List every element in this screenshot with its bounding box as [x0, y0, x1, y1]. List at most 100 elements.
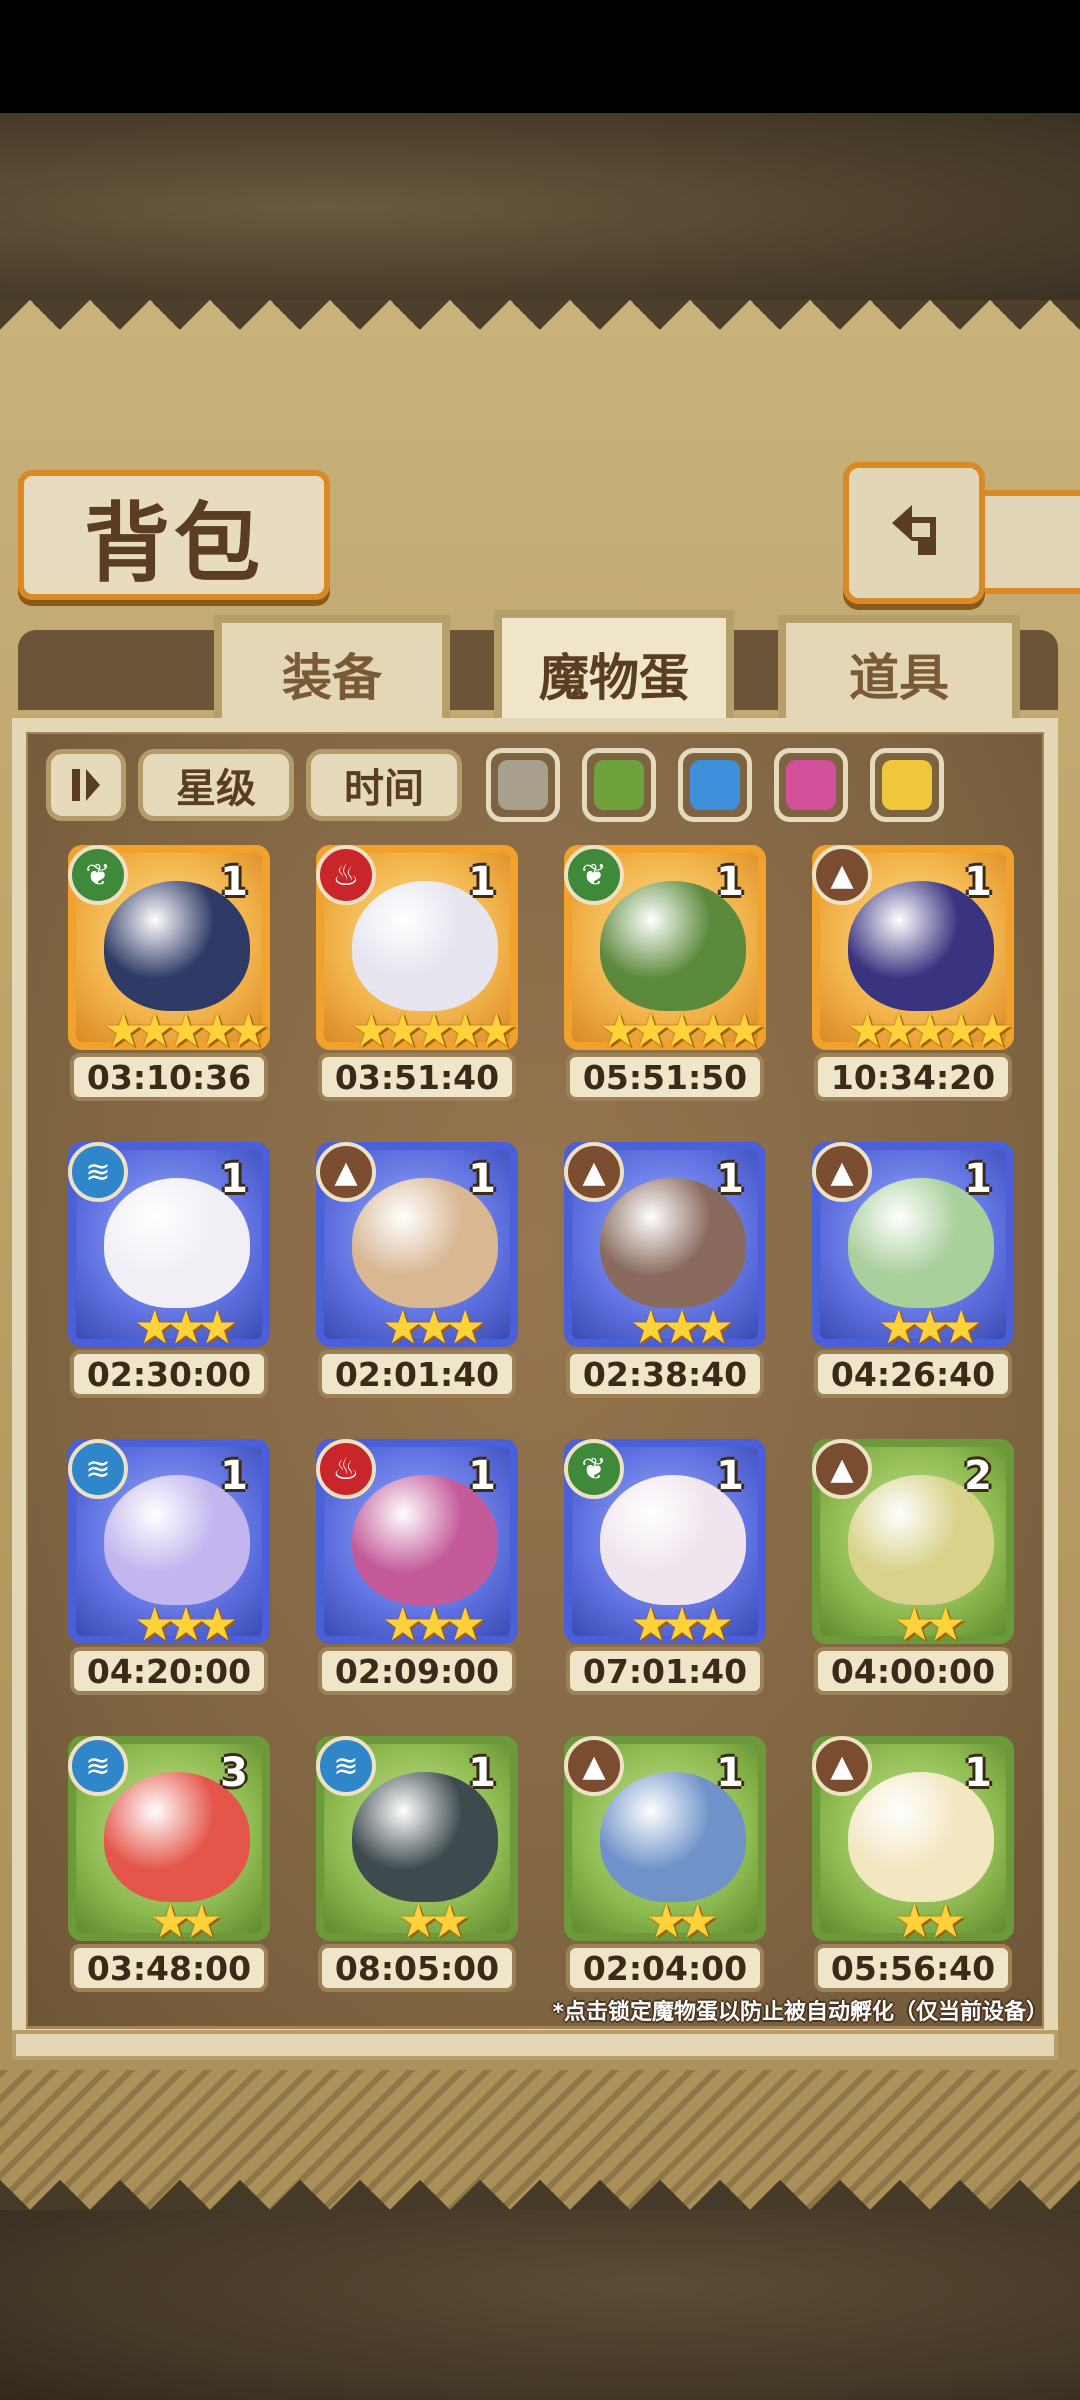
egg-frame: 1 ▲ ★★: [564, 1736, 766, 1948]
egg-card[interactable]: 1 ▲ ★★★ 04:26:40: [808, 1142, 1018, 1404]
lock-hint-text: *点击锁定魔物蛋以防止被自动孵化（仅当前设备）: [552, 2000, 1048, 2025]
star-rating: ★★★: [382, 1597, 486, 1651]
status-bar: [0, 0, 1080, 113]
earth-element-icon: ▲: [812, 845, 872, 905]
fire-element-icon: ♨: [316, 845, 376, 905]
egg-frame: 1 ❦ ★★★★★: [564, 845, 766, 1057]
egg-count: 1: [220, 1453, 248, 1499]
water-element-icon: ≋: [68, 1142, 128, 1202]
egg-card[interactable]: 1 ❦ ★★★ 07:01:40: [560, 1439, 770, 1701]
earth-element-icon: ▲: [564, 1736, 624, 1796]
hatch-timer: 05:56:40: [814, 1944, 1012, 1992]
earth-element-icon: ▲: [812, 1142, 872, 1202]
egg-frame: 3 ≋ ★★: [68, 1736, 270, 1948]
egg-card[interactable]: 1 ▲ ★★ 05:56:40: [808, 1736, 1018, 1998]
star-rating: ★★: [149, 1894, 222, 1948]
egg-frame: 1 ▲ ★★★: [316, 1142, 518, 1354]
hatch-timer: 07:01:40: [566, 1647, 764, 1695]
hatch-timer: 04:00:00: [814, 1647, 1012, 1695]
egg-card[interactable]: 1 ♨ ★★★ 02:09:00: [312, 1439, 522, 1701]
egg-frame: 1 ♨ ★★★★★: [316, 845, 518, 1057]
egg-count: 1: [468, 1156, 496, 1202]
egg-card[interactable]: 1 ❦ ★★★★★ 05:51:50: [560, 845, 770, 1107]
sort-by-time-button[interactable]: 时间: [306, 749, 462, 821]
star-rating: ★★★: [134, 1300, 238, 1354]
egg-card[interactable]: 1 ♨ ★★★★★ 03:51:40: [312, 845, 522, 1107]
star-rating: ★★★★★: [598, 1003, 765, 1057]
tab-label: 道具: [849, 649, 949, 707]
rarity-filter-pink[interactable]: [774, 748, 848, 822]
grass-element-icon: ❦: [564, 845, 624, 905]
egg-card[interactable]: 1 ▲ ★★★★★ 10:34:20: [808, 845, 1018, 1107]
hatch-timer: 02:30:00: [70, 1350, 268, 1398]
sort-by-star-button[interactable]: 星级: [138, 749, 294, 821]
egg-frame: 1 ▲ ★★: [812, 1736, 1014, 1948]
tab-items[interactable]: 道具: [778, 615, 1020, 725]
tab-monster-eggs[interactable]: 魔物蛋: [494, 610, 734, 730]
egg-card[interactable]: 1 ≋ ★★★ 04:20:00: [64, 1439, 274, 1701]
egg-count: 1: [964, 1156, 992, 1202]
egg-card[interactable]: 1 ≋ ★★★ 02:30:00: [64, 1142, 274, 1404]
egg-count: 1: [716, 1750, 744, 1796]
egg-frame: 1 ≋ ★★★: [68, 1439, 270, 1651]
rarity-filter-gold[interactable]: [870, 748, 944, 822]
egg-card[interactable]: 1 ▲ ★★ 02:04:00: [560, 1736, 770, 1998]
rarity-swatch-fill: [594, 760, 644, 810]
star-rating: ★★★: [878, 1300, 982, 1354]
hatch-timer: 05:51:50: [566, 1053, 764, 1101]
panel-bottom-border: [12, 2030, 1058, 2060]
egg-count: 1: [468, 1453, 496, 1499]
hatch-timer: 03:48:00: [70, 1944, 268, 1992]
filter-row: 星级 时间: [46, 745, 944, 825]
egg-count: 1: [716, 1156, 744, 1202]
star-rating: ★★★★★: [102, 1003, 269, 1057]
egg-frame: 1 ≋ ★★: [316, 1736, 518, 1948]
hatch-timer: 02:01:40: [318, 1350, 516, 1398]
title-plate: 背包: [18, 470, 330, 600]
sort-toggle-icon: [72, 769, 100, 801]
egg-count: 1: [220, 1156, 248, 1202]
egg-card[interactable]: 2 ▲ ★★ 04:00:00: [808, 1439, 1018, 1701]
egg-count: 1: [964, 1750, 992, 1796]
back-button[interactable]: [843, 462, 985, 604]
earth-element-icon: ▲: [316, 1142, 376, 1202]
egg-count: 1: [220, 859, 248, 905]
egg-count: 3: [220, 1750, 248, 1796]
rarity-filter-blue[interactable]: [678, 748, 752, 822]
egg-count: 1: [716, 1453, 744, 1499]
tab-equipment[interactable]: 装备: [214, 615, 450, 725]
page-title: 背包: [84, 493, 264, 594]
hatch-timer: 02:38:40: [566, 1350, 764, 1398]
rarity-swatch-fill: [882, 760, 932, 810]
egg-frame: 1 ▲ ★★★★★: [812, 845, 1014, 1057]
map-background-bottom: [0, 2210, 1080, 2400]
back-arrow-icon: [892, 505, 936, 555]
rarity-filter-green[interactable]: [582, 748, 656, 822]
rarity-swatch-fill: [498, 760, 548, 810]
torn-edge-bottom: [0, 2150, 1080, 2210]
egg-frame: 1 ❦ ★★★★★: [68, 845, 270, 1057]
egg-frame: 1 ▲ ★★★: [812, 1142, 1014, 1354]
rarity-swatch-fill: [690, 760, 740, 810]
fire-element-icon: ♨: [316, 1439, 376, 1499]
egg-card[interactable]: 1 ▲ ★★★ 02:01:40: [312, 1142, 522, 1404]
egg-frame: 1 ≋ ★★★: [68, 1142, 270, 1354]
egg-frame: 1 ♨ ★★★: [316, 1439, 518, 1651]
egg-card[interactable]: 3 ≋ ★★ 03:48:00: [64, 1736, 274, 1998]
sort-by-star-label: 星级: [176, 766, 256, 812]
grass-element-icon: ❦: [68, 845, 128, 905]
hatch-timer: 02:09:00: [318, 1647, 516, 1695]
water-element-icon: ≋: [316, 1736, 376, 1796]
star-rating: ★★: [893, 1894, 966, 1948]
star-rating: ★★★★★: [350, 1003, 517, 1057]
star-rating: ★★: [397, 1894, 470, 1948]
egg-count: 1: [468, 1750, 496, 1796]
egg-card[interactable]: 1 ▲ ★★★ 02:38:40: [560, 1142, 770, 1404]
rarity-filter-gray[interactable]: [486, 748, 560, 822]
grass-element-icon: ❦: [564, 1439, 624, 1499]
egg-card[interactable]: 1 ❦ ★★★★★ 03:10:36: [64, 845, 274, 1107]
egg-card[interactable]: 1 ≋ ★★ 08:05:00: [312, 1736, 522, 1998]
sort-toggle-button[interactable]: [46, 749, 126, 821]
egg-count: 1: [468, 859, 496, 905]
tab-label: 装备: [282, 649, 382, 707]
